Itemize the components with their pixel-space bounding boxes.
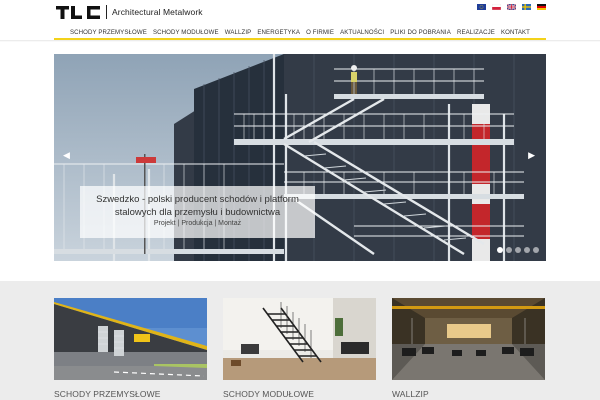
card-image-modular-stairs [223, 298, 376, 380]
se-flag-icon[interactable] [522, 4, 531, 10]
slider-dot[interactable] [524, 247, 530, 253]
eu-flag-icon[interactable] [477, 4, 486, 10]
logo-text: Architectural Metalwork [112, 7, 203, 17]
slider-dot[interactable] [506, 247, 512, 253]
slider-dot[interactable] [515, 247, 521, 253]
slider-dot[interactable] [497, 247, 503, 253]
nav-item-aktualnosci[interactable]: AKTUALNOŚCI [340, 25, 384, 38]
uk-flag-icon[interactable] [507, 4, 516, 10]
nav-item-kontakt[interactable]: KONTAKT [501, 25, 530, 38]
card-schody-przemyslowe[interactable]: SCHODY PRZEMYSŁOWE [54, 298, 207, 399]
logo-divider [106, 5, 107, 19]
slide-caption-subtitle: Projekt | Produkcja | Montaż [153, 220, 242, 227]
site-logo[interactable]: Architectural Metalwork [56, 5, 203, 19]
card-title[interactable]: SCHODY PRZEMYSŁOWE [54, 389, 207, 399]
card-schody-modulowe[interactable]: SCHODY MODUŁOWE [223, 298, 376, 399]
site-header: Architectural Metalwork SCHODY PRZEMYSŁO… [0, 0, 600, 44]
card-image-industrial-building [54, 298, 207, 380]
pl-flag-icon[interactable] [492, 4, 501, 10]
slide-caption-title: Szwedzko - polski producent schodów i pl… [96, 194, 299, 218]
nav-item-realizacje[interactable]: REALIZACJE [457, 25, 495, 38]
slider-pagination [497, 247, 539, 253]
nav-item-schody-przemyslowe[interactable]: SCHODY PRZEMYSŁOWE [70, 25, 147, 38]
main-nav: SCHODY PRZEMYSŁOWE SCHODY MODUŁOWE WALLZ… [54, 25, 546, 40]
language-switcher [477, 4, 546, 10]
card-wallzip[interactable]: WALLZIP [392, 298, 545, 399]
card-image-factory-hall [392, 298, 545, 380]
header-shadow [0, 40, 600, 42]
nav-item-schody-modulowe[interactable]: SCHODY MODUŁOWE [153, 25, 219, 38]
card-title[interactable]: SCHODY MODUŁOWE [223, 389, 376, 399]
slider-next-arrow-icon[interactable]: ▶ [528, 150, 535, 161]
slide-caption: Szwedzko - polski producent schodów i pl… [80, 186, 315, 238]
slider-prev-arrow-icon[interactable]: ◀ [63, 150, 70, 161]
nav-item-energetyka[interactable]: ENERGETYKA [257, 25, 300, 38]
nav-item-wallzip[interactable]: WALLZIP [225, 25, 252, 38]
logo-mark-icon [56, 5, 100, 19]
nav-item-o-firmie[interactable]: O FIRMIE [306, 25, 334, 38]
slider-dot[interactable] [533, 247, 539, 253]
hero-slider[interactable]: ◀ ▶ Szwedzko - polski producent schodów … [54, 54, 546, 261]
de-flag-icon[interactable] [537, 4, 546, 10]
card-title[interactable]: WALLZIP [392, 389, 545, 399]
nav-item-pliki-do-pobrania[interactable]: PLIKI DO POBRANIA [390, 25, 451, 38]
